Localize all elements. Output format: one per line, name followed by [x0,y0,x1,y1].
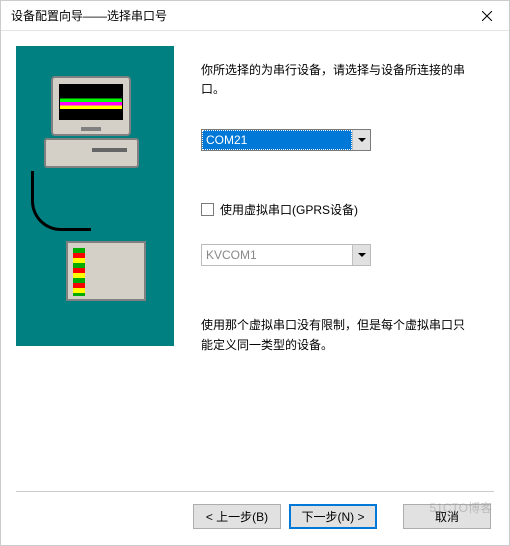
com-port-row: COM21 [201,129,474,151]
virtual-port-value: KVCOM1 [202,245,352,265]
intro-text: 你所选择的为串行设备，请选择与设备所连接的串口。 [201,61,474,99]
chevron-down-icon [352,245,370,265]
com-port-dropdown[interactable]: COM21 [201,129,371,151]
cable-icon [31,171,91,231]
virtual-port-row: KVCOM1 [201,244,474,266]
close-button[interactable] [464,1,509,31]
note-text: 使用那个虚拟串口没有限制，但是每个虚拟串口只能定义同一类型的设备。 [201,316,474,354]
back-button[interactable]: < 上一步(B) [193,504,281,529]
right-panel: 你所选择的为串行设备，请选择与设备所连接的串口。 COM21 使用虚拟串口(GP… [176,31,509,491]
wizard-illustration [16,46,174,346]
virtual-port-checkbox[interactable] [201,203,214,216]
window-title: 设备配置向导——选择串口号 [11,7,167,24]
com-port-value: COM21 [202,130,352,150]
virtual-port-dropdown: KVCOM1 [201,244,371,266]
content-area: 你所选择的为串行设备，请选择与设备所连接的串口。 COM21 使用虚拟串口(GP… [1,31,509,491]
chevron-down-icon[interactable] [352,130,370,150]
titlebar: 设备配置向导——选择串口号 [1,1,509,31]
device-box-icon [66,241,146,301]
computer-base-icon [44,138,139,168]
virtual-port-checkbox-label[interactable]: 使用虚拟串口(GPRS设备) [220,201,358,218]
left-panel [1,31,176,491]
cancel-button[interactable]: 取消 [403,504,491,529]
next-button[interactable]: 下一步(N) > [289,504,377,529]
button-row: < 上一步(B) 下一步(N) > 取消 [1,492,509,529]
close-icon [482,11,492,21]
virtual-checkbox-row: 使用虚拟串口(GPRS设备) [201,201,474,218]
monitor-icon [51,76,131,136]
